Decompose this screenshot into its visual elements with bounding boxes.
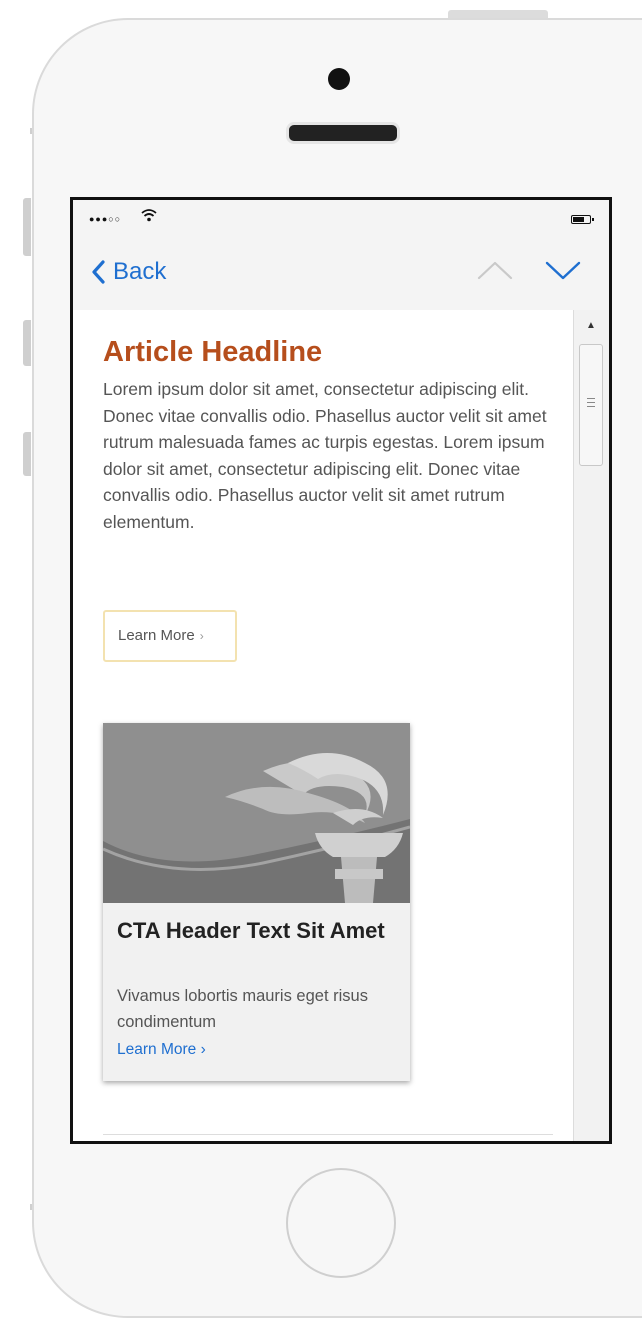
power-button (448, 10, 548, 18)
battery-icon (571, 215, 594, 224)
scroll-up-arrow-icon[interactable]: ▲ (586, 320, 596, 331)
speaker (286, 122, 400, 144)
cta-learn-more-link[interactable]: Learn More › (117, 1041, 206, 1059)
article-content: Article Headline Lorem ipsum dolor sit a… (73, 310, 573, 1141)
signal-strength-icon: ●●●○○ (89, 214, 122, 224)
chevron-up-icon[interactable] (475, 258, 515, 282)
volume-down-button (23, 432, 31, 476)
torch-icon (103, 723, 410, 903)
volume-up-button (23, 320, 31, 366)
scroll-thumb[interactable] (579, 344, 603, 466)
chevron-left-icon (92, 260, 105, 284)
wifi-icon (141, 209, 157, 222)
article-body: Lorem ipsum dolor sit amet, consectetur … (103, 379, 547, 532)
home-button[interactable] (286, 1168, 396, 1278)
learn-more-button[interactable]: Learn More › (103, 610, 237, 662)
learn-more-label: Learn More (118, 627, 195, 644)
back-label: Back (113, 258, 167, 285)
chevron-down-icon[interactable] (543, 258, 583, 282)
content-divider (103, 1134, 553, 1135)
scrollbar[interactable]: ▲ (573, 310, 609, 1141)
back-button[interactable]: Back (91, 258, 166, 286)
article-headline: Article Headline (103, 336, 323, 368)
mute-switch (23, 198, 31, 256)
nav-bar: Back (73, 236, 609, 310)
cta-title: CTA Header Text Sit Amet (117, 918, 385, 943)
grip-icon (587, 398, 595, 407)
phone-screen: ●●●○○ Back Article Headline Lorem ipsum … (70, 197, 612, 1144)
chevron-right-icon: › (199, 629, 204, 643)
status-bar: ●●●○○ (73, 200, 609, 236)
cta-card[interactable]: CTA Header Text Sit Amet Vivamus loborti… (103, 723, 410, 1081)
cta-description: Vivamus lobortis mauris eget risus condi… (117, 987, 368, 1031)
camera (328, 68, 350, 90)
